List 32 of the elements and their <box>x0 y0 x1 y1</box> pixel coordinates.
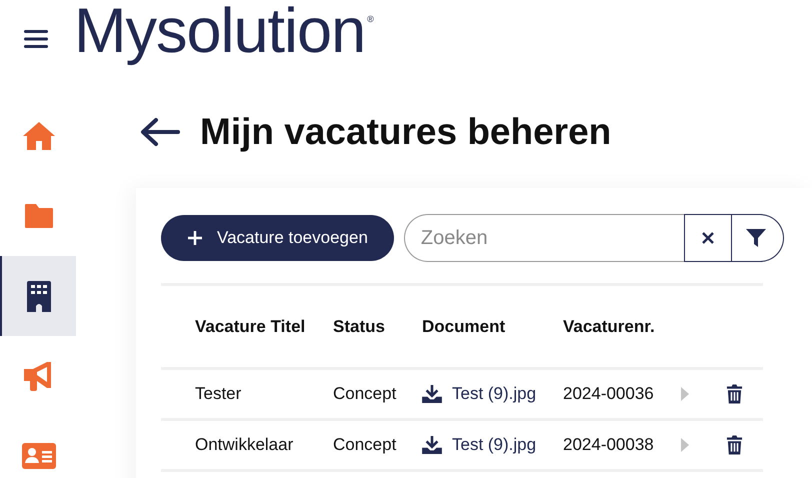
document-link[interactable]: Test (9).jpg <box>452 435 536 455</box>
column-header: Vacature Titel <box>195 316 306 336</box>
column-header: Status <box>333 316 386 336</box>
registered-mark: ® <box>367 14 374 24</box>
table-cell-text: Concept <box>333 435 398 455</box>
table-cell-text: Concept <box>333 384 398 404</box>
column-header: Document <box>422 316 506 336</box>
clear-button[interactable] <box>684 214 732 262</box>
folder-icon <box>24 203 54 229</box>
table-cell-text: 2024-00036 <box>563 384 655 404</box>
sidebar-item[interactable] <box>0 256 76 336</box>
menu-icon[interactable] <box>24 29 48 49</box>
filter-button[interactable] <box>732 214 784 262</box>
table-cell-text: Tester <box>195 384 242 404</box>
close-icon <box>702 232 714 244</box>
building-icon <box>27 280 51 312</box>
column-header: Vacaturenr. <box>563 316 656 336</box>
document-link[interactable]: Test (9).jpg <box>452 384 536 404</box>
trash-icon[interactable] <box>726 384 743 404</box>
contact-card-icon <box>22 443 56 469</box>
trash-icon[interactable] <box>726 435 743 455</box>
search-field[interactable]: Zoeken <box>404 214 684 262</box>
filter-icon <box>746 228 766 248</box>
page-title: Mijn vacatures beheren <box>200 111 612 153</box>
plus-icon <box>187 230 203 246</box>
add-vacancy-button[interactable]: Vacature toevoegen <box>161 215 394 261</box>
download-icon[interactable] <box>422 436 442 454</box>
table-cell-text: Ontwikkelaar <box>195 435 294 455</box>
home-icon <box>22 121 56 151</box>
table-cell-text: 2024-00038 <box>563 435 655 455</box>
back-arrow-icon[interactable] <box>140 117 180 147</box>
download-icon[interactable] <box>422 385 442 403</box>
